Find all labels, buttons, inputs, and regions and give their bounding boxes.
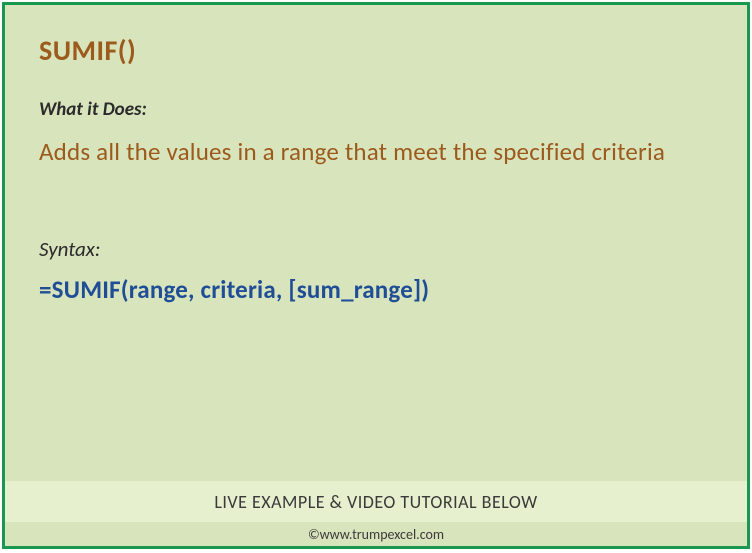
function-description: Adds all the values in a range that meet… xyxy=(39,131,713,174)
footer-banner: LIVE EXAMPLE & VIDEO TUTORIAL BELOW xyxy=(5,481,747,522)
function-card: SUMIF() What it Does: Adds all the value… xyxy=(2,2,750,549)
function-title: SUMIF() xyxy=(39,33,713,68)
syntax-formula: =SUMIF(range, criteria, [sum_range]) xyxy=(39,274,713,305)
copyright-text: ©www.trumpexcel.com xyxy=(5,522,747,546)
syntax-label: Syntax: xyxy=(39,236,713,262)
card-content: SUMIF() What it Does: Adds all the value… xyxy=(5,5,747,481)
what-it-does-label: What it Does: xyxy=(39,98,713,121)
